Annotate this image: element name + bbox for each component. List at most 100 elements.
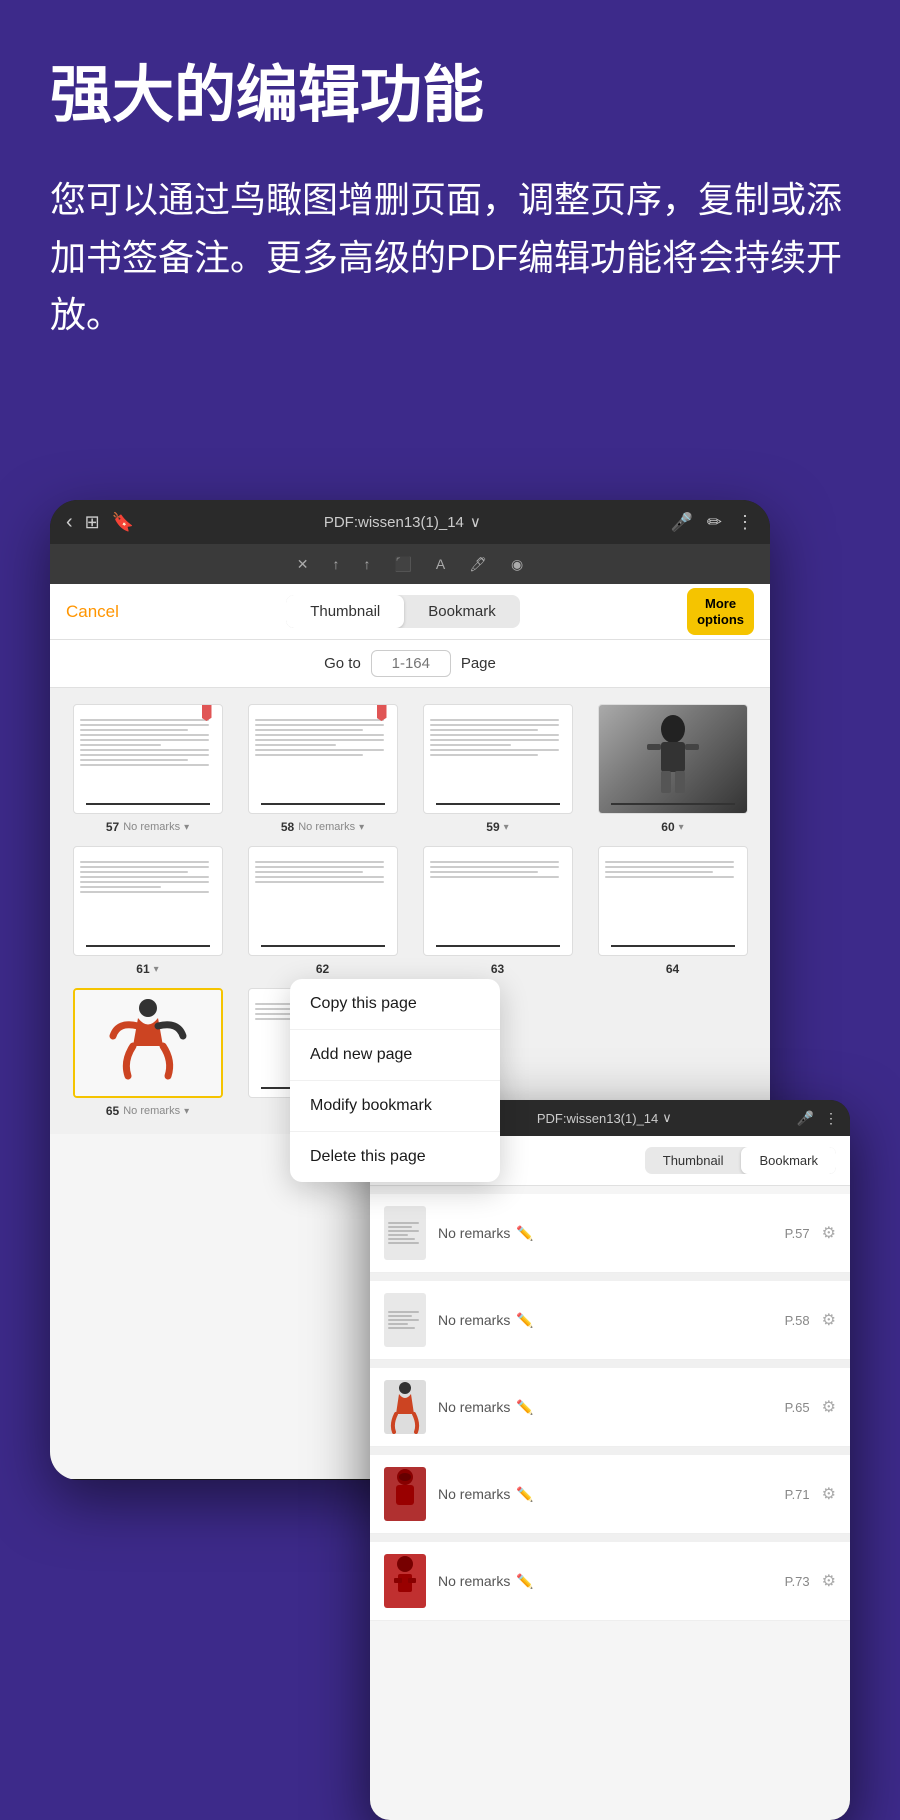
toolbar-btn-2[interactable]: ↑ [324,552,347,576]
tab-group: Thumbnail Bookmark [286,595,520,628]
tablet-status-bar: ‹ ⊞ 🔖 PDF:wissen13(1)_14 ∨ 🎤 ✏ ⋮ [50,500,770,544]
toolbar-btn-4[interactable]: ⬛ [386,552,419,577]
thumb-label-58[interactable]: 58 No remarks ▾ [281,820,364,834]
gear-icon[interactable]: ⚙ [822,1223,836,1243]
bookmark-flag [202,705,212,721]
toolbar-btn-1[interactable]: ✕ [289,552,317,577]
modify-bookmark-menu-item[interactable]: Modify bookmark [290,1081,500,1132]
bm-page-73: P.73 [785,1574,810,1589]
tablet-toolbar: ✕ ↑ ↑ ⬛ A 🖊 ◉ [50,544,770,584]
list-item[interactable]: 62 [241,846,404,976]
list-item[interactable]: 64 [591,846,754,976]
bm-info-65: No remarks ✏️ [438,1399,773,1416]
second-mic-icon[interactable]: 🎤 [797,1110,814,1127]
thumb-label-61[interactable]: 61 ▾ [136,962,158,976]
thumb-label-57[interactable]: 57 No remarks ▾ [106,820,189,834]
gear-icon[interactable]: ⚙ [822,1397,836,1417]
thumb-label-64[interactable]: 64 [666,962,679,976]
thumb-page-62[interactable] [248,846,398,956]
bm-page-71: P.71 [785,1487,810,1502]
top-section: 强大的编辑功能 您可以通过鸟瞰图增删页面，调整页序，复制或添加书签备注。更多高级… [0,0,900,374]
edit-icon[interactable]: ✏️ [516,1486,533,1503]
bm-thumb-58 [384,1293,426,1347]
thumb-page-65[interactable] [73,988,223,1098]
second-thumbnail-tab[interactable]: Thumbnail [645,1147,742,1174]
chevron-down-icon: ▾ [154,964,159,975]
list-item[interactable]: 61 ▾ [66,846,229,976]
list-item[interactable]: No remarks ✏️ P.71 ⚙ [370,1455,850,1534]
list-item[interactable]: No remarks ✏️ P.73 ⚙ [370,1542,850,1621]
chevron-down-icon: ▾ [184,1106,189,1117]
bm-info-71: No remarks ✏️ [438,1486,773,1503]
bookmark-flag [377,705,387,721]
edit-icon[interactable]: ✏️ [516,1312,533,1329]
thumb-label-60[interactable]: 60 ▾ [661,820,683,834]
thumb-page-58[interactable] [248,704,398,814]
bookmark-tab[interactable]: Bookmark [404,595,520,628]
gear-icon[interactable]: ⚙ [822,1310,836,1330]
list-item[interactable]: No remarks ✏️ P.57 ⚙ [370,1194,850,1273]
toolbar-btn-6[interactable]: 🖊 [461,552,495,577]
thumbnail-tab[interactable]: Thumbnail [286,595,404,628]
thumb-page-63[interactable] [423,846,573,956]
bm-info-57: No remarks ✏️ [438,1225,773,1242]
delete-page-menu-item[interactable]: Delete this page [290,1132,500,1182]
thumb-page-60[interactable] [598,704,748,814]
bm-thumb-71 [384,1467,426,1521]
second-dropdown-icon[interactable]: ∨ [662,1110,672,1126]
status-bar-right: 🎤 ✏ ⋮ [670,512,754,533]
toolbar-btn-7[interactable]: ◉ [503,552,531,577]
bookmark-list: No remarks ✏️ P.57 ⚙ [370,1186,850,1629]
copy-page-menu-item[interactable]: Copy this page [290,979,500,1030]
toolbar-btn-3[interactable]: ↑ [355,552,378,576]
list-item[interactable]: 65 No remarks ▾ [66,988,229,1118]
edit-icon[interactable]: ✏ [707,512,722,533]
more-icon[interactable]: ⋮ [736,512,754,533]
cancel-button[interactable]: Cancel [66,602,119,622]
second-status-right: 🎤 ⋮ [797,1110,838,1127]
thumb-page-57[interactable] [73,704,223,814]
thumb-label-63[interactable]: 63 [491,962,504,976]
second-bookmark-tab[interactable]: Bookmark [741,1147,836,1174]
context-menu: Copy this page Add new page Modify bookm… [290,979,500,1182]
bm-page-58: P.58 [785,1313,810,1328]
second-tablet: ‹ 🔖 PDF:wissen13(1)_14 ∨ 🎤 ⋮ Cancel Thum… [370,1100,850,1820]
thumb-page-59[interactable] [423,704,573,814]
bm-art-red-icon [384,1467,426,1521]
list-item[interactable]: 57 No remarks ▾ [66,704,229,834]
thumb-label-62[interactable]: 62 [316,962,329,976]
list-item[interactable]: 59 ▾ [416,704,579,834]
thumb-page-61[interactable] [73,846,223,956]
second-more-icon[interactable]: ⋮ [824,1110,838,1127]
edit-icon[interactable]: ✏️ [516,1399,533,1416]
list-item[interactable]: 63 [416,846,579,976]
goto-input[interactable] [371,650,451,677]
status-bar-title: PDF:wissen13(1)_14 ∨ [324,513,481,531]
thumb-page-64[interactable] [598,846,748,956]
bookmark-icon[interactable]: 🔖 [112,512,134,533]
dropdown-icon[interactable]: ∨ [470,513,481,531]
art-figure-icon [633,714,713,804]
grid-icon[interactable]: ⊞ [85,512,100,533]
list-item[interactable]: 60 ▾ [591,704,754,834]
main-title: 强大的编辑功能 [50,60,850,131]
list-item[interactable]: 58 No remarks ▾ [241,704,404,834]
edit-icon[interactable]: ✏️ [516,1573,533,1590]
list-item[interactable]: No remarks ✏️ P.58 ⚙ [370,1281,850,1360]
more-options-button[interactable]: Moreoptions [687,588,754,635]
gear-icon[interactable]: ⚙ [822,1484,836,1504]
second-status-title: PDF:wissen13(1)_14 ∨ [537,1110,672,1126]
list-item[interactable]: No remarks ✏️ P.65 ⚙ [370,1368,850,1447]
gear-icon[interactable]: ⚙ [822,1571,836,1591]
add-page-menu-item[interactable]: Add new page [290,1030,500,1081]
edit-icon[interactable]: ✏️ [516,1225,533,1242]
back-icon[interactable]: ‹ [66,511,73,534]
thumb-label-65[interactable]: 65 No remarks ▾ [106,1104,189,1118]
goto-label: Go to [324,655,361,672]
toolbar-btn-5[interactable]: A [428,552,453,576]
goto-bar: Go to Page [50,640,770,688]
second-tab-group: Thumbnail Bookmark [645,1147,836,1174]
chevron-down-icon: ▾ [359,822,364,833]
thumb-label-59[interactable]: 59 ▾ [486,820,508,834]
mic-icon[interactable]: 🎤 [670,512,692,533]
